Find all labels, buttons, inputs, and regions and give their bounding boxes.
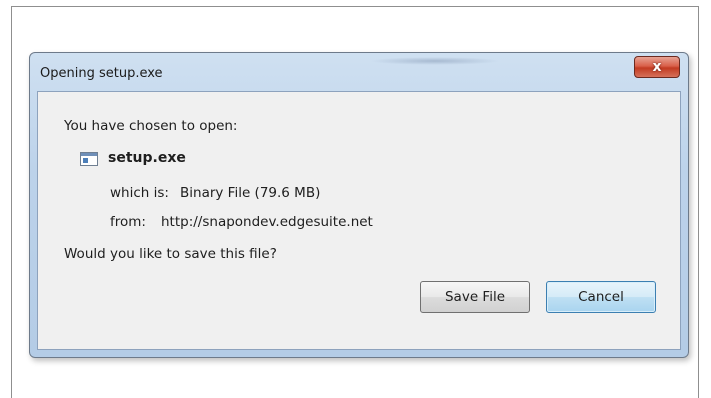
application-window-icon (80, 152, 98, 166)
dialog-title: Opening setup.exe (40, 66, 163, 81)
download-dialog: Opening setup.exe x You have chosen to o… (29, 52, 689, 358)
from-label: from: (110, 214, 146, 230)
icon-block (83, 158, 88, 163)
save-question: Would you like to save this file? (64, 246, 277, 262)
file-name: setup.exe (108, 150, 186, 166)
source-url: http://snapondev.edgesuite.net (161, 214, 373, 230)
close-button[interactable]: x (634, 56, 680, 78)
save-file-button[interactable]: Save File (420, 281, 530, 313)
icon-title-bar (81, 153, 97, 156)
which-is-label: which is: (110, 185, 169, 201)
cancel-button[interactable]: Cancel (546, 281, 656, 313)
intro-text: You have chosen to open: (64, 118, 238, 134)
dialog-titlebar[interactable]: Opening setup.exe x (30, 53, 688, 91)
file-type-value: Binary File (79.6 MB) (180, 185, 321, 201)
dialog-client-area: You have chosen to open: setup.exe which… (37, 91, 681, 350)
titlebar-glare (370, 57, 500, 65)
